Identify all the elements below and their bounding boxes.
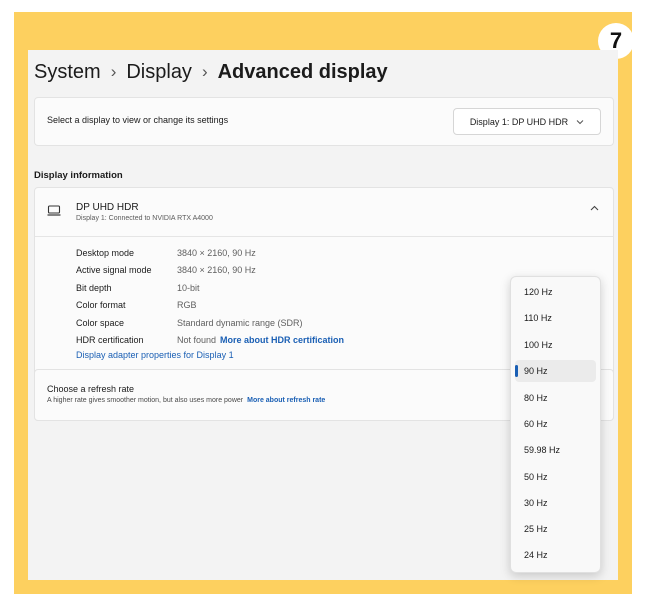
hdr-certification-link[interactable]: More about HDR certification (220, 335, 344, 345)
display-select-label: Select a display to view or change its s… (47, 115, 229, 125)
property-key: Color space (76, 317, 125, 328)
refresh-option-50[interactable]: 50 Hz (515, 466, 596, 488)
refresh-option-24[interactable]: 24 Hz (515, 544, 596, 566)
breadcrumb: System › Display › Advanced display (34, 58, 388, 86)
display-subtitle: Display 1: Connected to NVIDIA RTX A4000 (76, 215, 213, 222)
refresh-rate-description-text: A higher rate gives smoother motion, but… (47, 397, 244, 404)
chevron-down-icon (576, 119, 584, 124)
refresh-rate-dropdown: 120 Hz 110 Hz 100 Hz 90 Hz 80 Hz 60 Hz 5… (510, 276, 601, 573)
refresh-option-60[interactable]: 60 Hz (515, 413, 596, 435)
chevron-up-icon[interactable] (590, 205, 599, 211)
property-row: Bit depth 10-bit (76, 279, 344, 297)
property-value: 3840 × 2160, 90 Hz (177, 265, 256, 276)
property-key: Desktop mode (76, 247, 135, 258)
section-title-display-info: Display information (34, 170, 123, 181)
refresh-option-100[interactable]: 100 Hz (515, 334, 596, 356)
property-value: 10-bit (177, 282, 200, 293)
property-key: Color format (76, 300, 126, 311)
display-select-dropdown[interactable]: Display 1: DP UHD HDR (453, 108, 601, 135)
refresh-option-59-98[interactable]: 59.98 Hz (515, 439, 596, 461)
property-key: HDR certification (76, 335, 144, 346)
hdr-status: Not found (177, 335, 217, 346)
property-row: Color format RGB (76, 297, 344, 315)
property-row: HDR certification Not found More about HD… (76, 332, 344, 350)
display-name: DP UHD HDR (76, 202, 139, 213)
monitor-icon (47, 205, 61, 216)
chevron-right-icon: › (110, 62, 117, 81)
property-row: Active signal mode 3840 × 2160, 90 Hz (76, 262, 344, 280)
display-properties: Desktop mode 3840 × 2160, 90 Hz Active s… (76, 244, 344, 349)
chevron-right-icon: › (201, 62, 208, 81)
refresh-rate-link[interactable]: More about refresh rate (247, 397, 325, 404)
property-key: Bit depth (76, 282, 112, 293)
property-value: 3840 × 2160, 90 Hz (177, 247, 256, 258)
property-row: Desktop mode 3840 × 2160, 90 Hz (76, 244, 344, 262)
refresh-option-30[interactable]: 30 Hz (515, 492, 596, 514)
refresh-rate-title: Choose a refresh rate (47, 384, 135, 394)
refresh-option-25[interactable]: 25 Hz (515, 518, 596, 540)
refresh-option-120[interactable]: 120 Hz (515, 281, 596, 303)
breadcrumb-display[interactable]: Display (126, 61, 192, 84)
refresh-rate-description: A higher rate gives smoother motion, but… (47, 397, 325, 404)
property-value: Not found More about HDR certification (177, 335, 344, 345)
adapter-properties-link[interactable]: Display adapter properties for Display 1 (76, 350, 234, 360)
page-title: Advanced display (217, 60, 388, 83)
property-key: Active signal mode (76, 265, 152, 276)
display-select-value: Display 1: DP UHD HDR (469, 116, 569, 127)
refresh-option-90-selected[interactable]: 90 Hz (515, 360, 596, 382)
display-info-header[interactable]: DP UHD HDR Display 1: Connected to NVIDI… (35, 188, 613, 237)
breadcrumb-system[interactable]: System (34, 61, 101, 84)
refresh-option-110[interactable]: 110 Hz (515, 307, 596, 329)
property-value: RGB (177, 300, 197, 311)
display-select-card: Select a display to view or change its s… (34, 97, 614, 146)
property-value: Standard dynamic range (SDR) (177, 317, 303, 328)
refresh-option-80[interactable]: 80 Hz (515, 387, 596, 409)
property-row: Color space Standard dynamic range (SDR) (76, 314, 344, 332)
